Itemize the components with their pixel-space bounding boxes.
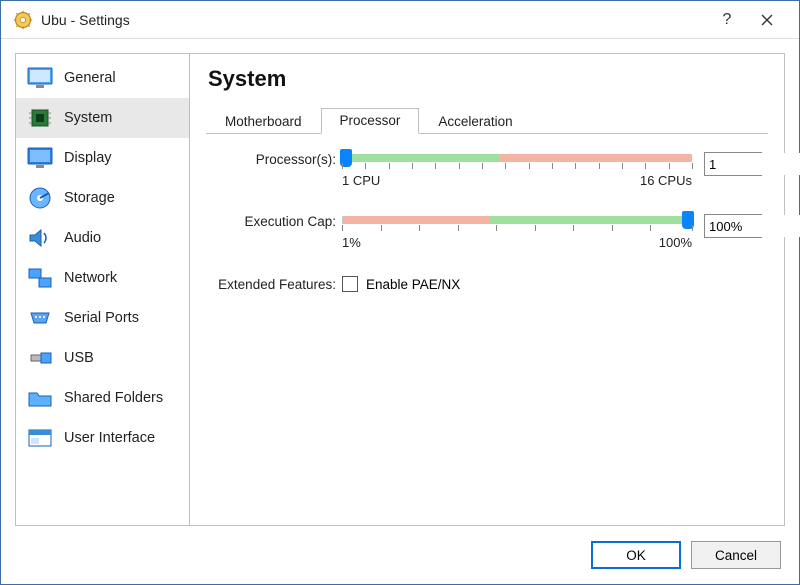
titlebar: Ubu - Settings ? (1, 1, 799, 39)
tab-processor[interactable]: Processor (321, 108, 420, 134)
cancel-button[interactable]: Cancel (691, 541, 781, 569)
dialog-footer: OK Cancel (1, 526, 799, 584)
close-button[interactable] (747, 5, 787, 35)
processors-label: Processor(s): (212, 152, 342, 167)
sidebar-item-storage[interactable]: Storage (16, 178, 189, 218)
sidebar-item-label: Serial Ports (64, 310, 139, 326)
sidebar-item-label: Network (64, 270, 117, 286)
exec-cap-label: Execution Cap: (212, 214, 342, 229)
pae-nx-checkbox[interactable] (342, 276, 358, 292)
tab-motherboard[interactable]: Motherboard (206, 109, 321, 134)
settings-sidebar: General System Display Storage (15, 53, 190, 526)
sidebar-item-serial-ports[interactable]: Serial Ports (16, 298, 189, 338)
ui-icon (26, 426, 54, 450)
processors-min-label: 1 CPU (342, 173, 380, 188)
sidebar-item-display[interactable]: Display (16, 138, 189, 178)
tab-content-processor: Processor(s): (206, 134, 768, 318)
main-panel: System Motherboard Processor Acceleratio… (190, 53, 785, 526)
sidebar-item-label: Audio (64, 230, 101, 246)
sidebar-item-general[interactable]: General (16, 58, 189, 98)
ok-button[interactable]: OK (591, 541, 681, 569)
exec-cap-min-label: 1% (342, 235, 361, 250)
sidebar-item-label: General (64, 70, 116, 86)
network-icon (26, 266, 54, 290)
speaker-icon (26, 226, 54, 250)
exec-cap-slider[interactable]: 1% 100% (342, 214, 692, 250)
window-title: Ubu - Settings (41, 12, 707, 28)
processors-value-input[interactable] (705, 153, 800, 175)
processors-max-label: 16 CPUs (640, 173, 692, 188)
sidebar-item-label: Shared Folders (64, 390, 163, 406)
sidebar-item-audio[interactable]: Audio (16, 218, 189, 258)
sidebar-item-label: System (64, 110, 112, 126)
pae-nx-label: Enable PAE/NX (366, 277, 460, 292)
sidebar-item-label: User Interface (64, 430, 155, 446)
processors-spinbox[interactable]: ▲ ▼ (704, 152, 762, 176)
tab-bar: Motherboard Processor Acceleration (206, 106, 768, 134)
sidebar-item-label: USB (64, 350, 94, 366)
usb-icon (26, 346, 54, 370)
sidebar-item-label: Display (64, 150, 112, 166)
exec-cap-value-input[interactable] (705, 215, 800, 237)
serial-port-icon (26, 306, 54, 330)
page-heading: System (208, 66, 768, 92)
settings-window: Ubu - Settings ? General System (0, 0, 800, 585)
display-icon (26, 146, 54, 170)
sidebar-item-network[interactable]: Network (16, 258, 189, 298)
help-button[interactable]: ? (707, 5, 747, 35)
app-gear-icon (13, 10, 33, 30)
exec-cap-spinbox[interactable]: ▲ ▼ (704, 214, 762, 238)
sidebar-item-label: Storage (64, 190, 115, 206)
tab-acceleration[interactable]: Acceleration (419, 109, 531, 134)
sidebar-item-user-interface[interactable]: User Interface (16, 418, 189, 458)
extended-features-label: Extended Features: (212, 277, 342, 292)
sidebar-item-shared-folders[interactable]: Shared Folders (16, 378, 189, 418)
exec-cap-max-label: 100% (659, 235, 692, 250)
sidebar-item-system[interactable]: System (16, 98, 189, 138)
processors-slider[interactable]: 1 CPU 16 CPUs (342, 152, 692, 188)
chip-icon (26, 106, 54, 130)
disk-icon (26, 186, 54, 210)
folder-icon (26, 386, 54, 410)
sidebar-item-usb[interactable]: USB (16, 338, 189, 378)
monitor-icon (26, 66, 54, 90)
